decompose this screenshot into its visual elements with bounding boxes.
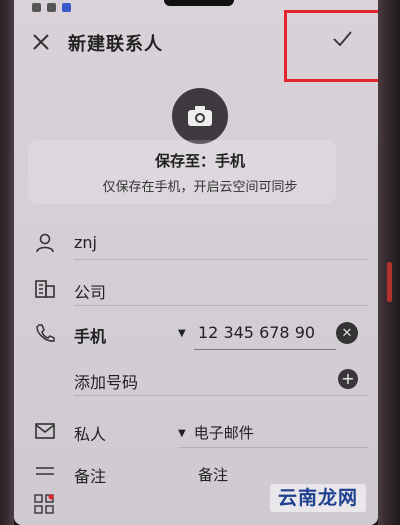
person-icon — [36, 233, 54, 253]
camera-icon — [188, 106, 212, 126]
notes-icon — [36, 467, 54, 475]
status-icon — [32, 2, 41, 12]
apps-grid-icon[interactable] — [34, 494, 54, 514]
name-row[interactable]: znj — [14, 226, 378, 260]
company-icon — [35, 280, 55, 298]
camera-notch — [164, 0, 234, 6]
email-type-label[interactable]: 私人 — [74, 421, 106, 445]
phone-row: 手机 ▼ 12 345 678 90 ✕ — [14, 316, 378, 350]
save-location-note: 仅保存在手机，开启云空间可同步 — [102, 180, 298, 195]
phone-bezel-right — [378, 0, 400, 525]
email-type-dropdown[interactable]: ▼ 电子邮件 — [178, 422, 254, 443]
phone-underline — [194, 349, 336, 350]
notes-input[interactable]: 备注 — [198, 464, 228, 485]
highlight-annotation — [284, 10, 378, 82]
name-underline — [74, 259, 368, 260]
add-photo-button[interactable] — [172, 88, 228, 144]
add-number-underline — [74, 395, 368, 396]
add-number-button[interactable]: + — [338, 369, 358, 389]
wifi-icon — [47, 2, 56, 12]
add-number-row[interactable]: 添加号码 + — [14, 362, 378, 396]
dropdown-caret-icon: ▼ — [178, 328, 186, 339]
notes-label: 备注 — [74, 467, 107, 486]
email-row: 私人 ▼ 电子邮件 — [14, 414, 378, 448]
app-notification-icon — [62, 2, 71, 12]
clear-icon: ✕ — [341, 325, 353, 341]
contact-editor-screen: 新建联系人 保存至：手机 仅保存在手机，开启云空间可同步 znj 公司 手机 ▼… — [14, 0, 378, 525]
email-underline — [178, 447, 368, 448]
company-row[interactable]: 公司 — [14, 272, 378, 306]
close-icon[interactable] — [30, 31, 52, 53]
phone-bezel-left — [0, 0, 14, 525]
email-input[interactable]: 电子邮件 — [194, 424, 254, 442]
email-icon — [35, 423, 55, 439]
phone-icon — [36, 324, 55, 342]
phone-label: 手机 — [74, 327, 107, 346]
phone-side-button — [387, 262, 392, 302]
watermark-logo: 云南龙网 — [270, 484, 366, 512]
page-title: 新建联系人 — [68, 34, 163, 55]
save-location-title: 保存至：手机 — [154, 152, 245, 170]
phone-type-dropdown[interactable]: ▼ — [178, 324, 194, 342]
company-underline — [74, 305, 368, 306]
clear-phone-button[interactable]: ✕ — [336, 322, 358, 344]
phone-number-input[interactable]: 12 345 678 90 — [198, 323, 315, 342]
add-number-label[interactable]: 添加号码 — [74, 369, 138, 393]
company-field[interactable]: 公司 — [74, 279, 106, 303]
dropdown-caret-icon: ▼ — [178, 428, 186, 439]
name-field[interactable]: znj — [74, 233, 97, 252]
